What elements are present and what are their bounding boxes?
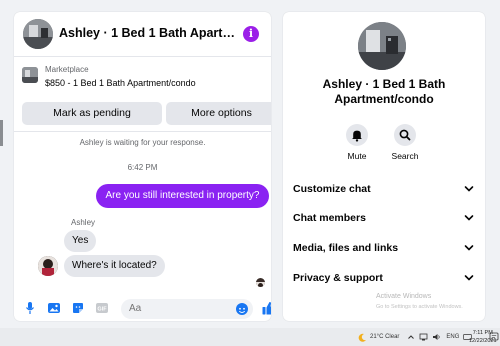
system-tray: 21°C Clear ENG [358, 328, 473, 346]
menu-privacy-support[interactable]: Privacy & support [293, 268, 475, 288]
marketplace-label: Marketplace [45, 65, 89, 74]
microphone-icon[interactable] [24, 302, 36, 314]
network-icon[interactable] [419, 333, 428, 341]
search-label: Search [391, 151, 419, 161]
menu-media-files-links[interactable]: Media, files and links [293, 238, 475, 258]
sender-name: Ashley [71, 218, 96, 227]
more-options-button[interactable]: More options [166, 102, 271, 125]
message-timestamp: 6:42 PM [127, 163, 158, 172]
waiting-status: Ashley is waiting for your response. [79, 138, 206, 147]
photo-icon[interactable] [48, 302, 60, 314]
weather-text[interactable]: 21°C Clear [370, 334, 399, 340]
sticker-icon[interactable] [72, 302, 84, 314]
chat-panel: Ashley · 1 Bed 1 Bath Apartmen... i Mark… [14, 12, 271, 321]
incoming-message[interactable]: Yes [64, 230, 97, 252]
divider [14, 131, 271, 132]
mute-action[interactable]: Mute [337, 124, 377, 161]
activate-windows-subtext: Go to Settings to activate Windows. [376, 304, 463, 310]
incoming-message[interactable]: Where's it located? [64, 255, 165, 277]
info-icon[interactable]: i [243, 26, 259, 42]
listing-thumbnail [22, 67, 38, 83]
chat-header: Ashley · 1 Bed 1 Bath Apartmen... i [14, 12, 271, 57]
chevron-up-icon[interactable] [407, 333, 415, 341]
menu-label: Chat members [293, 212, 366, 224]
chevron-down-icon [464, 215, 474, 221]
notification-icon[interactable] [489, 332, 499, 342]
like-icon[interactable] [262, 301, 271, 315]
mute-label: Mute [347, 151, 367, 161]
menu-customize-chat[interactable]: Customize chat [293, 179, 475, 199]
emoji-icon[interactable] [236, 303, 248, 315]
mark-as-pending-button[interactable]: Mark as pending [22, 102, 162, 125]
search-icon[interactable] [394, 124, 416, 146]
chevron-down-icon [464, 275, 474, 281]
menu-label: Media, files and links [293, 242, 399, 254]
conversation-title: Ashley · 1 Bed 1 Bath Apartment/condo [322, 77, 446, 106]
activate-windows-watermark: Activate Windows [376, 293, 432, 300]
menu-chat-members[interactable]: Chat members [293, 208, 475, 228]
sender-avatar[interactable] [38, 256, 58, 276]
chat-title[interactable]: Ashley · 1 Bed 1 Bath Apartmen... [59, 26, 237, 40]
svg-text:GIF: GIF [97, 307, 107, 313]
conversation-avatar[interactable] [358, 22, 406, 70]
menu-label: Customize chat [293, 183, 371, 195]
moon-weather-icon[interactable] [358, 333, 367, 342]
message-composer: GIF [14, 295, 271, 321]
menu-label: Privacy & support [293, 272, 383, 284]
language-indicator[interactable]: ENG [446, 334, 459, 340]
gif-icon[interactable]: GIF [96, 302, 108, 314]
volume-icon[interactable] [432, 333, 441, 341]
chat-avatar[interactable] [23, 19, 53, 49]
windows-taskbar: 21°C Clear ENG 7:11 PM 12/22/2021 [0, 328, 500, 346]
outgoing-message[interactable]: Are you still interested in property? [96, 184, 269, 208]
message-input[interactable] [121, 299, 253, 319]
chevron-down-icon [464, 186, 474, 192]
listing-description: $850 - 1 Bed 1 Bath Apartment/condo [45, 78, 196, 88]
marketplace-listing[interactable]: Marketplace $850 - 1 Bed 1 Bath Apartmen… [22, 63, 267, 93]
window-edge-scrollbar [0, 120, 3, 146]
seen-indicator-avatar [256, 278, 265, 287]
bell-icon[interactable] [346, 124, 368, 146]
chevron-down-icon [464, 245, 474, 251]
conversation-info-panel: Ashley · 1 Bed 1 Bath Apartment/condo Mu… [283, 12, 485, 321]
search-action[interactable]: Search [385, 124, 425, 161]
